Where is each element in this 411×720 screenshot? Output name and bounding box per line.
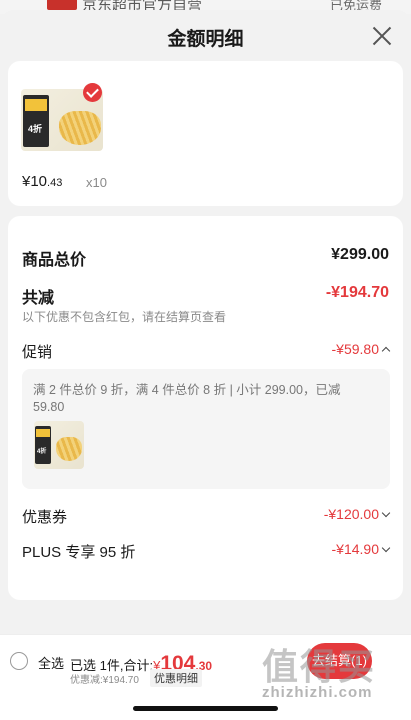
total-value: ¥299.00	[331, 246, 389, 263]
home-indicator	[133, 706, 278, 711]
plus-label: PLUS 专享 95 折	[22, 544, 136, 561]
discount-detail-button[interactable]: 优惠明细	[150, 669, 202, 687]
product-discount-tag: 4折	[37, 449, 47, 455]
close-icon[interactable]	[371, 25, 393, 47]
bottom-discount-text: 优惠减:¥194.70	[70, 675, 139, 686]
unit-price: ¥10.43	[22, 173, 62, 190]
coupon-value-wrap: -¥120.00	[323, 506, 391, 522]
chevron-down-icon[interactable]	[381, 508, 391, 518]
quantity: x10	[86, 175, 107, 190]
select-all-radio[interactable]	[10, 652, 28, 670]
promo-product-image: 4折	[34, 421, 84, 469]
background-red-tag	[47, 0, 77, 10]
watermark-logo: 值得买	[262, 646, 377, 687]
unit-price-dec: .43	[47, 177, 63, 189]
fries-shape	[56, 437, 82, 461]
watermark-url: zhizhizhi.com	[262, 684, 373, 701]
chevron-up-icon[interactable]	[381, 346, 391, 356]
sheet-title: 金额明细	[167, 29, 244, 50]
promo-value: -¥59.80	[331, 341, 379, 357]
unit-price-int: ¥10	[22, 173, 48, 190]
discount-note: 以下优惠不包含红包，请在结算页查看	[22, 310, 227, 324]
summary-card: 商品总价 ¥299.00 共减 -¥194.70 以下优惠不包含红包，请在结算页…	[8, 216, 403, 600]
coupon-label: 优惠券	[22, 509, 68, 526]
product-discount-tag: 4折	[28, 124, 43, 134]
promo-value-wrap: -¥59.80	[331, 341, 391, 357]
discount-label: 共减	[22, 290, 55, 307]
chevron-down-icon[interactable]	[381, 543, 391, 553]
plus-value: -¥14.90	[331, 541, 379, 557]
plus-value-wrap: -¥14.90	[331, 541, 391, 557]
total-label: 商品总价	[22, 252, 87, 269]
promo-label: 促销	[22, 344, 53, 361]
fries-shape	[59, 111, 101, 145]
promo-detail-box: 满 2 件总价 9 折，满 4 件总价 8 折 | 小计 299.00，已减 5…	[22, 369, 390, 489]
select-all-label[interactable]: 全选	[38, 653, 64, 672]
amount-detail-sheet: 金额明细 4折 ¥10.43 x10 商品总价 ¥299.00 共减 -¥194…	[0, 10, 411, 634]
coupon-value: -¥120.00	[323, 506, 379, 522]
discount-value: -¥194.70	[325, 284, 389, 301]
check-icon[interactable]	[83, 83, 102, 102]
product-label-shape	[25, 99, 47, 111]
promo-detail-text: 满 2 件总价 9 折，满 4 件总价 8 折 | 小计 299.00，已减 5…	[33, 383, 341, 414]
product-card: 4折 ¥10.43 x10	[8, 61, 403, 206]
product-label-shape	[36, 429, 50, 437]
